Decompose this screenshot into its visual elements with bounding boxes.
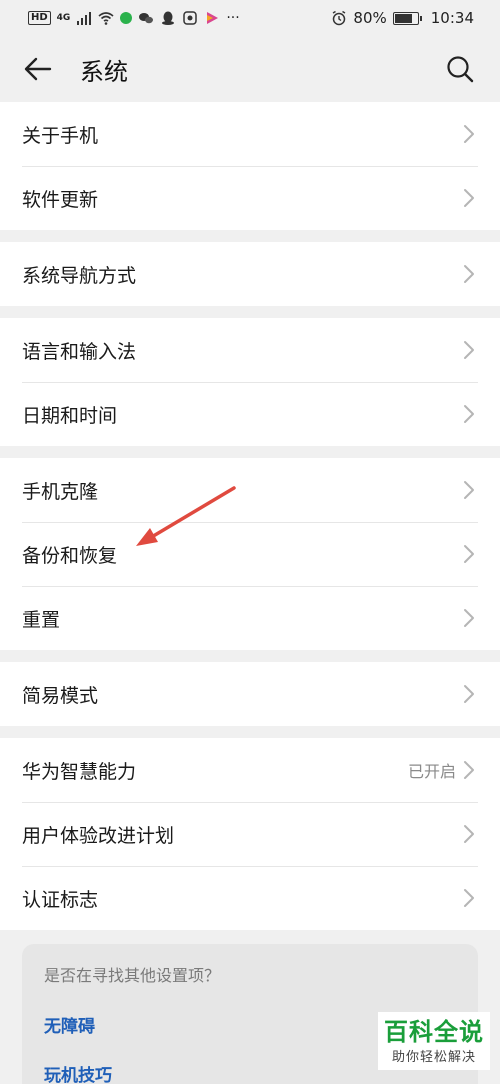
video-app-icon	[207, 12, 219, 24]
chevron-right-icon	[464, 189, 474, 207]
alarm-icon	[333, 10, 346, 26]
row-label: 认证标志	[22, 888, 99, 911]
row-right	[462, 263, 476, 285]
suggestion-card-title: 是否在寻找其他设置项？	[44, 966, 221, 985]
row-label: 关于手机	[22, 124, 99, 147]
signal-icon	[77, 12, 92, 25]
back-arrow-icon	[24, 57, 52, 81]
chevron-right-icon	[464, 825, 474, 843]
row-label: 重置	[22, 608, 61, 631]
chevron-right-icon	[464, 761, 474, 779]
settings-row[interactable]: 手机克隆	[0, 458, 500, 522]
watermark-subtitle: 助你轻松解决	[391, 1049, 476, 1065]
settings-group: 系统导航方式	[0, 242, 500, 306]
row-right	[462, 403, 476, 425]
row-label: 系统导航方式	[22, 264, 137, 287]
more-notifications-icon: ···	[226, 10, 240, 26]
row-right: 已开启	[408, 758, 476, 782]
settings-row[interactable]: 语言和输入法	[0, 318, 500, 382]
settings-row[interactable]: 软件更新	[0, 166, 500, 230]
settings-group: 关于手机 软件更新	[0, 102, 500, 230]
app-icon	[183, 11, 198, 25]
battery-percent: 80%	[353, 9, 387, 27]
search-icon	[447, 56, 474, 83]
battery-fill	[394, 13, 412, 23]
battery-icon	[392, 11, 422, 25]
settings-list: 关于手机 软件更新 系统导航方式 语言和输入法 日期和时间 手机克隆 备份和恢复 重置 简易模式…	[0, 102, 500, 930]
row-label: 手机克隆	[22, 480, 99, 503]
chevron-right-icon	[464, 685, 474, 703]
chevron-right-icon	[464, 481, 474, 499]
settings-row[interactable]: 系统导航方式	[0, 242, 500, 306]
row-right	[462, 823, 476, 845]
settings-row[interactable]: 认证标志	[0, 866, 500, 930]
chevron-right-icon	[464, 405, 474, 423]
settings-row[interactable]: 用户体验改进计划	[0, 802, 500, 866]
chevron-right-icon	[464, 125, 474, 143]
wifi-icon	[98, 12, 114, 25]
app-notification-icon	[120, 12, 133, 24]
clock: 10:34	[430, 9, 474, 27]
row-label: 日期和时间	[22, 404, 118, 427]
app-header: 系统	[0, 36, 500, 102]
settings-group: 语言和输入法 日期和时间	[0, 318, 500, 446]
hd-badge: HD	[28, 11, 51, 25]
settings-row[interactable]: 日期和时间	[0, 382, 500, 446]
settings-row[interactable]: 简易模式	[0, 662, 500, 726]
row-label: 简易模式	[22, 684, 99, 707]
row-right	[462, 543, 476, 565]
row-right	[462, 187, 476, 209]
watermark-title: 百科全说	[384, 1017, 484, 1046]
row-status: 已开启	[407, 762, 456, 781]
settings-row[interactable]: 关于手机	[0, 102, 500, 166]
row-right	[462, 607, 476, 629]
settings-row[interactable]: 华为智慧能力 已开启	[0, 738, 500, 802]
network-type: 4G	[56, 13, 71, 23]
row-label: 用户体验改进计划	[22, 824, 175, 847]
search-button[interactable]	[444, 53, 476, 85]
status-right: 80% 10:34	[331, 9, 474, 27]
settings-row[interactable]: 重置	[0, 586, 500, 650]
chevron-right-icon	[464, 265, 474, 283]
chevron-right-icon	[464, 545, 474, 563]
row-label: 华为智慧能力	[22, 760, 137, 783]
watermark-logo: 百科全说 助你轻松解决	[378, 1012, 490, 1070]
settings-row[interactable]: 备份和恢复	[0, 522, 500, 586]
row-right	[462, 479, 476, 501]
settings-group: 简易模式	[0, 662, 500, 726]
row-right	[462, 683, 476, 705]
status-left: HD 4G ···	[28, 10, 240, 26]
chevron-right-icon	[464, 341, 474, 359]
settings-group: 手机克隆备份和恢复重置	[0, 458, 500, 650]
settings-group: 华为智慧能力 已开启用户体验改进计划 认证标志	[0, 738, 500, 930]
chevron-right-icon	[464, 889, 474, 907]
chevron-right-icon	[464, 609, 474, 627]
page-title: 系统	[80, 57, 128, 86]
row-label: 备份和恢复	[22, 544, 118, 567]
row-label: 语言和输入法	[22, 340, 137, 363]
status-bar: HD 4G ··· 80% 10:34	[0, 0, 500, 36]
header-left: 系统	[22, 52, 128, 87]
row-right	[462, 123, 476, 145]
row-right	[462, 339, 476, 361]
wechat-icon	[139, 13, 154, 24]
qq-icon	[162, 11, 175, 25]
row-label: 软件更新	[22, 188, 99, 211]
back-button[interactable]	[22, 53, 54, 85]
row-right	[462, 887, 476, 909]
